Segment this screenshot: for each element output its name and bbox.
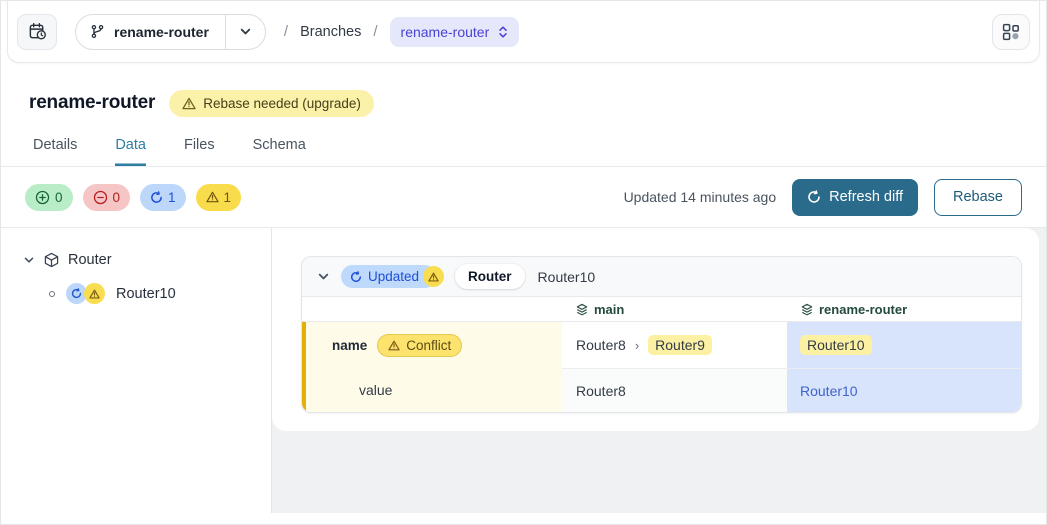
tree-item-label: Router10: [116, 286, 176, 302]
tree-item-label: Router: [68, 252, 112, 268]
compare-branch-label: rename-router: [819, 302, 907, 317]
title-row: rename-router Rebase needed (upgrade): [1, 85, 1046, 119]
chevron-down-icon: [239, 25, 252, 38]
removed-count: 0: [113, 190, 121, 205]
branch-selector-caret[interactable]: [226, 15, 265, 49]
cube-icon: [44, 252, 59, 268]
breadcrumb-separator: /: [373, 23, 377, 40]
navbar-left: rename-router / Branches / rename-router: [17, 14, 519, 50]
chevron-down-icon[interactable]: [317, 270, 330, 283]
diff-table: main rename-router name: [302, 297, 1021, 412]
base-branch-label: main: [594, 302, 624, 317]
row-value-compare-cell: Router10: [787, 368, 1021, 412]
conflict-status-icon: [84, 283, 105, 304]
diff-stats: 0 0 1 1: [25, 184, 241, 211]
compare-branch-column-header: rename-router: [787, 297, 1021, 322]
diff-card-header: Updated Router Router10: [302, 257, 1021, 297]
rebase-label: Rebase: [953, 189, 1003, 205]
chevron-down-icon[interactable]: [23, 254, 35, 266]
bullet-icon: [49, 291, 55, 297]
warning-triangle-icon: [206, 191, 219, 203]
row-value-field-cell: value: [302, 368, 562, 412]
rebase-needed-label: Rebase needed (upgrade): [203, 96, 361, 111]
warning-triangle-icon: [388, 340, 400, 351]
apps-menu-button[interactable]: [992, 14, 1030, 50]
branch-selector-label: rename-router: [114, 24, 209, 40]
plus-circle-icon: [35, 190, 50, 205]
branch-selector[interactable]: rename-router: [75, 14, 266, 50]
minus-circle-icon: [93, 190, 108, 205]
breadcrumb-branch-label: rename-router: [401, 24, 490, 40]
object-name: Router10: [538, 269, 596, 285]
updated-status-pill: Updated: [341, 265, 444, 288]
conflict-count-badge: 1: [196, 184, 242, 211]
breadcrumb-branch-dropdown[interactable]: rename-router: [390, 17, 520, 47]
warning-triangle-icon: [182, 97, 196, 110]
diff-card: Updated Router Router10: [301, 256, 1022, 413]
page-title: rename-router: [29, 92, 155, 114]
up-down-chevrons-icon: [498, 25, 508, 39]
tab-files[interactable]: Files: [184, 137, 215, 166]
tab-schema[interactable]: Schema: [253, 137, 306, 166]
updated-count-badge: 1: [140, 184, 186, 211]
row-name-base-cell: Router8 › Router9: [562, 322, 787, 368]
refresh-icon: [150, 191, 163, 204]
commits-layers-icon: [576, 303, 588, 316]
conflict-badge-label: Conflict: [406, 338, 451, 353]
conflict-count: 1: [224, 190, 232, 205]
refresh-icon: [350, 271, 362, 283]
added-count-badge: 0: [25, 184, 73, 211]
change-arrow: ›: [635, 338, 639, 353]
commits-layers-icon: [801, 303, 813, 316]
row-name-field-cell: name Conflict: [302, 322, 562, 368]
compare-value-link[interactable]: Router10: [800, 383, 858, 399]
field-label: value: [359, 382, 392, 398]
field-label: name: [332, 338, 367, 353]
apps-grid-icon: [1002, 23, 1020, 41]
updated-status-label: Updated: [368, 269, 419, 284]
diff-toolbar: 0 0 1 1 Updated 14 minut: [1, 167, 1046, 228]
base-old-value: Router8: [576, 337, 626, 353]
change-status-badges: [66, 283, 105, 304]
tab-data[interactable]: Data: [115, 137, 146, 166]
content-area: Router Router10: [1, 228, 1046, 513]
breadcrumb: / Branches / rename-router: [284, 17, 519, 47]
git-branch-icon: [90, 24, 105, 39]
breadcrumb-branches-link[interactable]: Branches: [300, 24, 361, 40]
tab-details[interactable]: Details: [33, 137, 77, 166]
conflict-badge: Conflict: [377, 334, 462, 357]
branch-selector-current: rename-router: [76, 15, 225, 49]
refresh-diff-button[interactable]: Refresh diff: [792, 179, 918, 216]
field-column-header: [302, 297, 562, 322]
conflict-warning-icon: [423, 266, 444, 287]
rebase-needed-badge: Rebase needed (upgrade): [169, 90, 374, 117]
updated-count: 1: [168, 190, 176, 205]
page-header: rename-router Rebase needed (upgrade) De…: [1, 63, 1046, 167]
app-window: rename-router / Branches / rename-router: [0, 0, 1047, 525]
diff-panel: Updated Router Router10: [272, 228, 1039, 431]
base-value: Router8: [576, 383, 626, 399]
top-navbar: rename-router / Branches / rename-router: [7, 1, 1040, 63]
refresh-icon: [807, 190, 821, 204]
tree-item-router[interactable]: Router: [23, 247, 271, 273]
base-new-value: Router9: [648, 335, 712, 355]
toolbar-actions: Updated 14 minutes ago Refresh diff Reba…: [624, 179, 1022, 216]
last-updated-text: Updated 14 minutes ago: [624, 189, 777, 205]
rebase-button[interactable]: Rebase: [934, 179, 1022, 216]
row-name-compare-cell: Router10: [787, 322, 1021, 368]
calendar-clock-icon: [28, 22, 47, 41]
row-value-base-cell: Router8: [562, 368, 787, 412]
compare-value: Router10: [800, 335, 872, 355]
base-branch-column-header: main: [562, 297, 787, 322]
history-calendar-button[interactable]: [17, 14, 57, 50]
added-count: 0: [55, 190, 63, 205]
object-tree-sidebar: Router Router10: [1, 228, 272, 513]
tree-item-router10[interactable]: Router10: [49, 283, 271, 304]
removed-count-badge: 0: [83, 184, 131, 211]
tab-bar: Details Data Files Schema: [1, 119, 1046, 166]
refresh-diff-label: Refresh diff: [829, 189, 903, 205]
breadcrumb-separator: /: [284, 23, 288, 40]
diff-main-area: Updated Router Router10: [272, 228, 1046, 513]
object-type-chip: Router: [455, 264, 525, 289]
